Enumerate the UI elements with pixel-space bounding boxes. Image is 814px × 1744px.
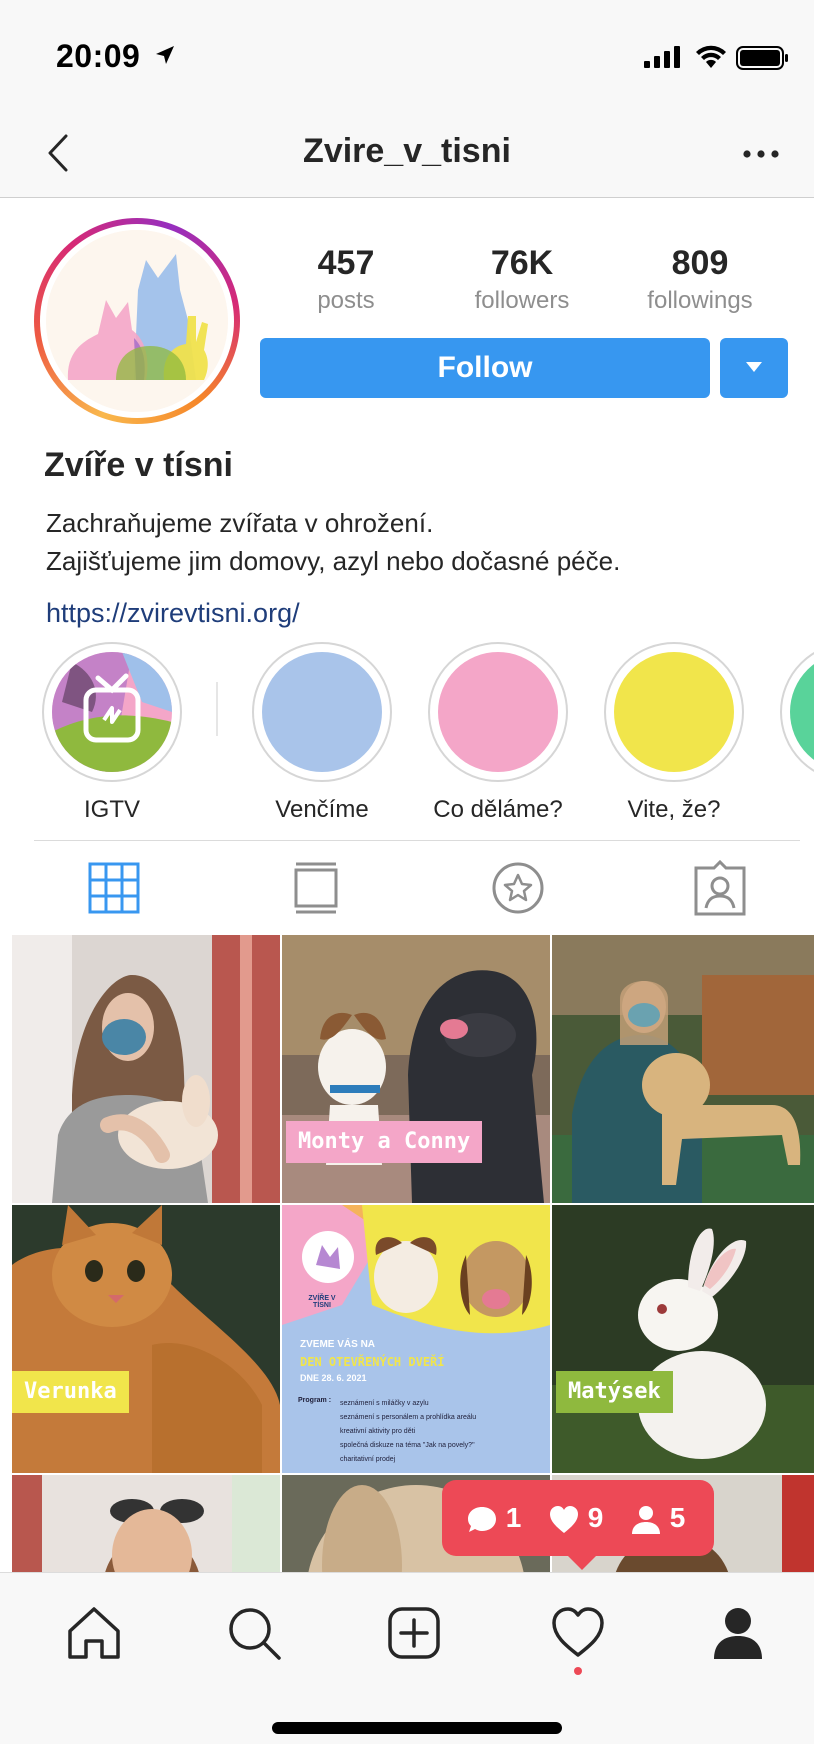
poster-program: seznámení s miláčky v azylu seznámení s …: [340, 1397, 476, 1467]
avatar[interactable]: [34, 218, 240, 424]
post-thumbnail[interactable]: Matýsek: [552, 1205, 814, 1473]
home-indicator: [272, 1722, 562, 1734]
home-icon[interactable]: [64, 1603, 124, 1663]
battery-icon: [736, 46, 788, 70]
followers-count: 76K: [490, 244, 554, 282]
post-thumbnail[interactable]: [12, 935, 280, 1203]
caret-down-icon: [746, 362, 762, 372]
activity-notification-bubble[interactable]: 1 9 5: [442, 1480, 714, 1570]
tabs-divider: [34, 840, 800, 841]
profile-icon[interactable]: [708, 1603, 768, 1663]
profile-website-link[interactable]: https://zvirevtisni.org/: [46, 598, 300, 629]
igtv-icon: [52, 652, 172, 772]
poster-program-item: kreativní aktivity pro děti: [340, 1428, 416, 1435]
tagged-icon[interactable]: [690, 858, 750, 918]
profile-bio: Zachraňujeme zvířata v ohrožení. Zajišťu…: [46, 504, 620, 580]
bio-line: Zajišťujeme jim domovy, azyl nebo dočasn…: [46, 546, 621, 576]
poster-line: ZVEME VÁS NA: [300, 1339, 376, 1350]
more-options-icon[interactable]: [738, 136, 784, 172]
person-icon: [632, 1505, 660, 1534]
status-time: 20:09: [56, 38, 141, 74]
notif-likes-count: 9: [587, 1502, 604, 1533]
highlight-vencime[interactable]: Venčíme: [252, 642, 392, 824]
post-caption-tag: Matýsek: [556, 1371, 673, 1413]
post-thumbnail[interactable]: Verunka: [12, 1205, 280, 1473]
post-thumbnail[interactable]: ZVÍŘE V TÍSNI ZVEME VÁS NA DEN OTEVŘENÝC…: [282, 1205, 550, 1473]
poster-line: DNE 28. 6. 2021: [300, 1373, 367, 1383]
highlight-separator: [216, 682, 218, 736]
stat-followings[interactable]: 809 followings: [610, 244, 790, 315]
notif-follows: 5: [630, 1498, 685, 1538]
highlight-more[interactable]: [780, 642, 814, 782]
posts-grid: Monty a Conny Verunka ZVÍŘE V TÍSNI ZVEM…: [12, 935, 814, 1572]
posts-count: 457: [317, 244, 375, 282]
post-caption-tag: Monty a Conny: [286, 1121, 483, 1163]
poster-program-item: charitativní prodej: [340, 1456, 396, 1463]
highlight-label: Co děláme?: [433, 796, 563, 823]
status-bar: 20:09: [0, 0, 814, 110]
highlight-igtv[interactable]: IGTV: [42, 642, 182, 824]
poster-line: DEN OTEVŘENÝCH DVEŘÍ: [300, 1355, 445, 1369]
page-title: Zvire_v_tisni: [303, 132, 511, 170]
location-arrow-icon: [156, 46, 174, 64]
saved-star-icon[interactable]: [488, 858, 548, 918]
grid-icon[interactable]: [84, 858, 144, 918]
post-thumbnail[interactable]: Monty a Conny: [282, 935, 550, 1203]
bottom-tab-bar: [0, 1572, 814, 1744]
activity-indicator-dot: [574, 1667, 582, 1675]
notif-likes: 9: [548, 1498, 603, 1538]
highlight-label: IGTV: [83, 796, 140, 823]
posts-label: posts: [317, 287, 375, 314]
feed-icon[interactable]: [286, 858, 346, 918]
heart-icon: [550, 1505, 578, 1533]
highlight-co-delame[interactable]: Co děláme?: [428, 642, 568, 824]
activity-heart-icon[interactable]: [548, 1603, 608, 1663]
profile-display-name: Zvíře v tísni: [44, 446, 233, 484]
comment-bubble-icon: [468, 1506, 496, 1532]
notif-comments-count: 1: [505, 1502, 522, 1533]
follow-button[interactable]: Follow: [260, 338, 710, 398]
stat-followers[interactable]: 76K followers: [432, 244, 612, 315]
poster-logo-text: ZVÍŘE V TÍSNI: [308, 1295, 336, 1309]
highlight-label: Vite, že?: [627, 796, 721, 823]
stat-posts[interactable]: 457 posts: [256, 244, 436, 315]
new-post-icon[interactable]: [384, 1603, 444, 1663]
followers-label: followers: [474, 287, 570, 314]
poster-program-item: seznámení s personálem a prohlídka areál…: [340, 1414, 477, 1421]
highlight-label: Venčíme: [275, 796, 369, 823]
cellular-signal-icon: [644, 46, 680, 68]
poster-program-label: Program :: [298, 1397, 332, 1404]
bio-line: Zachraňujeme zvířata v ohrožení.: [46, 508, 434, 538]
nav-bar: Zvire_v_tisni: [0, 110, 814, 198]
notif-comments: 1: [466, 1498, 521, 1538]
followings-label: followings: [647, 287, 753, 314]
notif-follows-count: 5: [669, 1502, 686, 1533]
post-thumbnail[interactable]: [12, 1475, 280, 1572]
highlight-vite-ze[interactable]: Vite, že?: [604, 642, 744, 824]
search-icon[interactable]: [224, 1603, 284, 1663]
followings-count: 809: [671, 244, 729, 282]
poster-program-item: seznámení s miláčky v azylu: [340, 1400, 429, 1407]
post-caption-tag: Verunka: [12, 1371, 129, 1413]
wifi-icon: [696, 45, 726, 68]
post-thumbnail[interactable]: [552, 935, 814, 1203]
logo-image: [46, 230, 228, 412]
suggested-dropdown-button[interactable]: [720, 338, 788, 398]
poster-program-item: společná diskuze na téma "Jak na povely?…: [340, 1442, 475, 1449]
